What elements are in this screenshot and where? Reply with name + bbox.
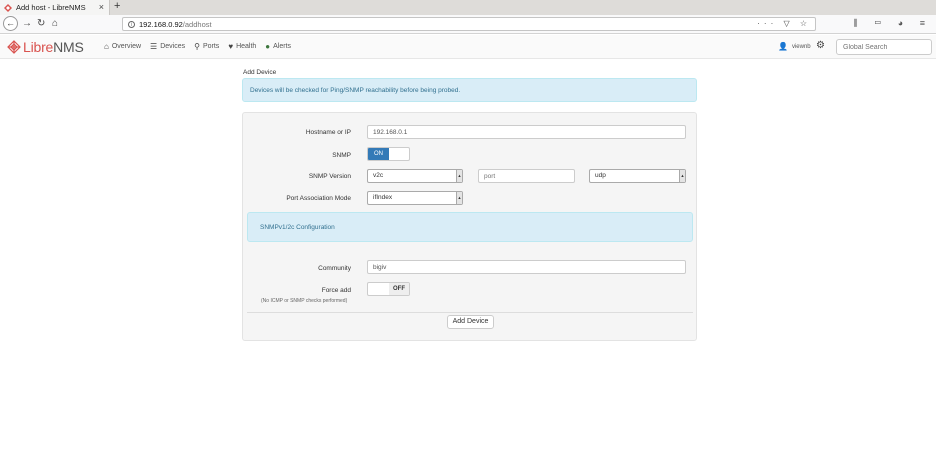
- toggle-on-state: ON: [368, 148, 389, 160]
- select-caret-icon: ▲: [456, 192, 462, 204]
- form-divider: [247, 312, 693, 313]
- toggle-off-state: OFF: [389, 283, 409, 295]
- browser-tab[interactable]: Add host - LibreNMS ×: [0, 0, 110, 15]
- force-add-hint: (No ICMP or SNMP checks performed): [261, 298, 348, 304]
- port-association-label: Port Association Mode: [286, 195, 351, 202]
- force-add-label: Force add: [321, 287, 351, 294]
- menu-item-label: Health: [236, 43, 257, 50]
- reload-icon[interactable]: ↻: [37, 18, 45, 30]
- url-host: 192.168.0.92: [139, 19, 183, 29]
- close-tab-icon[interactable]: ×: [99, 2, 104, 12]
- snmp-version-select[interactable]: v2c ▲: [367, 169, 463, 183]
- browser-navbar: ← → ↻ ⌂ i 192.168.0.92 /addhost ··· ▽ ☆ …: [0, 15, 936, 34]
- menu-item-overview[interactable]: ⌂ Overview: [104, 42, 141, 51]
- home-icon[interactable]: ⌂: [52, 18, 58, 30]
- url-path: /addhost: [182, 19, 212, 29]
- menu-item-label: Alerts: [273, 43, 292, 50]
- hostname-input[interactable]: [367, 125, 686, 139]
- site-info-icon[interactable]: i: [128, 20, 135, 28]
- server-icon: ☰: [150, 42, 158, 51]
- snmp-config-heading: SNMPv1/2c Configuration: [247, 212, 693, 242]
- browser-tab-bar: Add host - LibreNMS × +: [0, 0, 936, 15]
- transport-value: udp: [595, 172, 606, 179]
- username: viewnb: [791, 43, 811, 50]
- tab-title: Add host - LibreNMS: [16, 3, 86, 12]
- page-actions-icon[interactable]: ··· ▽ ☆: [757, 19, 811, 28]
- port-association-select[interactable]: ifIndex ▲: [367, 191, 463, 205]
- forward-arrow-icon[interactable]: →: [22, 18, 32, 30]
- select-caret-icon: ▲: [456, 170, 462, 182]
- menu-item-alerts[interactable]: ● Alerts: [265, 42, 291, 51]
- new-tab-button[interactable]: +: [114, 0, 120, 13]
- menu-item-health[interactable]: ♥ Health: [228, 42, 256, 51]
- toolbar-menu-icon[interactable]: ⫼ ▭ ◕ ≡: [853, 18, 932, 29]
- port-association-value: ifIndex: [373, 194, 393, 201]
- menu-item-devices[interactable]: ☰ Devices: [150, 42, 185, 51]
- menu-item-label: Devices: [160, 43, 186, 50]
- home-icon: ⌂: [104, 42, 109, 51]
- menu-item-label: Ports: [202, 43, 220, 50]
- user-menu[interactable]: 👤 viewnb: [778, 42, 811, 51]
- select-caret-icon: ▲: [679, 170, 685, 182]
- hostname-label: Hostname or IP: [305, 129, 351, 136]
- exclamation-circle-icon: ●: [265, 42, 271, 51]
- global-search-input[interactable]: [836, 39, 932, 55]
- url-bar[interactable]: i 192.168.0.92 /addhost ··· ▽ ☆: [122, 17, 816, 31]
- logo-mark-icon: [7, 40, 21, 54]
- probe-notice: Devices will be checked for Ping/SNMP re…: [242, 78, 697, 102]
- heartbeat-icon: ♥: [228, 42, 234, 51]
- force-add-toggle[interactable]: OFF: [367, 282, 410, 296]
- snmp-label: SNMP: [332, 152, 351, 159]
- user-icon: 👤: [778, 42, 788, 51]
- snmp-version-value: v2c: [373, 172, 384, 179]
- back-arrow-icon[interactable]: ←: [3, 16, 18, 31]
- add-device-button[interactable]: Add Device: [447, 315, 494, 329]
- gear-icon[interactable]: ⚙: [816, 40, 825, 51]
- librenms-logo[interactable]: LibreNMS: [7, 39, 84, 55]
- community-label: Community: [318, 265, 351, 272]
- menu-item-ports[interactable]: ⚲ Ports: [194, 42, 219, 51]
- logo-text: LibreNMS: [23, 39, 84, 55]
- add-device-form: Hostname or IP SNMP ON SNMP Version v2c …: [242, 112, 697, 341]
- librenms-favicon-icon: [4, 3, 12, 12]
- menu-item-label: Overview: [111, 43, 142, 50]
- snmp-version-label: SNMP Version: [308, 173, 351, 180]
- link-icon: ⚲: [194, 42, 200, 51]
- main-menu: ⌂ Overview ☰ Devices ⚲ Ports ♥ Health ● …: [104, 42, 300, 51]
- snmp-toggle[interactable]: ON: [367, 147, 410, 161]
- community-input[interactable]: [367, 260, 686, 274]
- transport-select[interactable]: udp ▲: [589, 169, 686, 183]
- snmp-port-input[interactable]: [478, 169, 575, 183]
- page-title: Add Device: [243, 69, 277, 76]
- app-navbar: LibreNMS ⌂ Overview ☰ Devices ⚲ Ports ♥ …: [0, 35, 936, 59]
